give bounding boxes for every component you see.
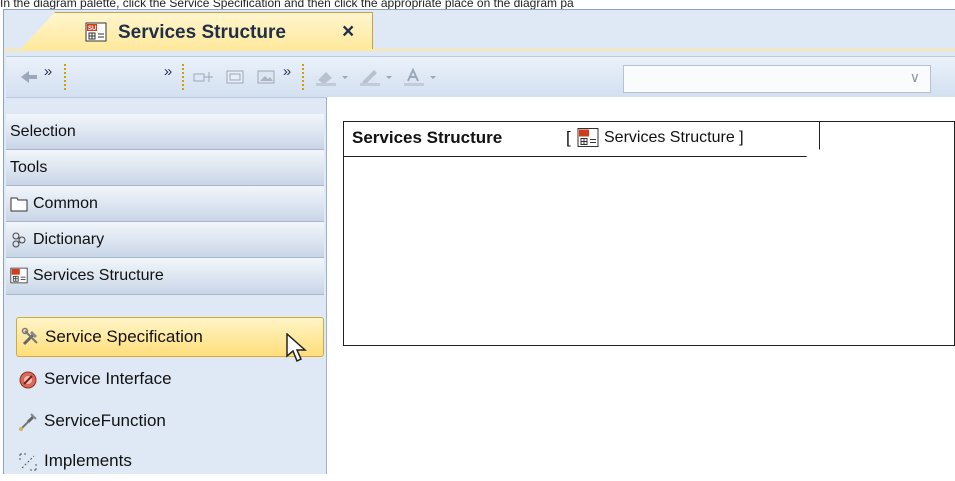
insert-element-icon[interactable] [192,67,216,87]
services-structure-diagram-icon: SU [85,22,107,42]
service-specification-icon [21,327,38,346]
application-window: SU Services Structure × » » » ∨ Selectio… [3,9,955,474]
tab-underline [4,49,955,51]
diagram-canvas[interactable]: Services Structure [ Services Structure … [326,97,955,474]
overflow-chevron-icon[interactable]: » [41,61,55,81]
instruction-caption: In the diagram palette, click the Servic… [0,0,574,9]
palette-selection[interactable]: Selection [6,114,324,150]
palette-tools[interactable]: Tools [6,150,324,186]
diagram-frame[interactable]: Services Structure [ Services Structure … [343,121,955,346]
dictionary-icon [12,232,26,248]
image-icon[interactable] [255,67,277,87]
palette-common-label: Common [33,195,98,212]
palette-services-structure[interactable]: Services Structure [6,258,324,295]
fill-color-icon[interactable] [314,67,354,87]
tool-label: Service Interface [44,369,172,388]
diagram-frame-header: Services Structure [ Services Structure … [344,122,820,157]
svg-text:SU: SU [88,26,96,32]
line-color-icon[interactable] [358,67,398,87]
toolbar-grip[interactable] [64,64,68,90]
diagram-toolbar: » » » ∨ [6,56,955,98]
diagram-name: Services Structure [352,128,503,147]
tool-implements[interactable]: Implements [6,441,324,481]
diagram-type: Services Structure ] [604,129,744,146]
tool-service-function[interactable]: ServiceFunction [6,401,324,441]
palette-tools-label: Tools [10,159,48,176]
tool-label: Service Specification [45,327,203,346]
diagram-palette: Selection Tools Common Dictionary Servic… [6,114,324,474]
close-icon[interactable]: × [342,20,354,44]
palette-selection-label: Selection [10,123,76,140]
service-interface-icon [19,371,37,389]
tool-label: ServiceFunction [44,411,166,430]
toolbar-grip[interactable] [182,64,186,90]
mouse-pointer-icon [286,333,307,363]
overflow-chevron-icon[interactable]: » [161,61,175,81]
diagram-tab-strip: SU Services Structure × [4,10,955,51]
tab-services-structure[interactable]: SU Services Structure × [19,12,373,51]
services-structure-diagram-icon [10,267,28,284]
service-function-icon [19,413,37,431]
shape-frame-icon[interactable] [224,67,246,87]
palette-services-structure-label: Services Structure [33,267,164,284]
overflow-chevron-icon[interactable]: » [280,61,294,81]
palette-dictionary-label: Dictionary [33,231,105,248]
services-structure-diagram-icon [577,128,599,147]
tab-title: Services Structure [118,22,286,43]
implements-icon [19,453,37,471]
frame-open-bracket: [ [566,128,571,147]
folder-icon [10,197,28,212]
tool-service-interface[interactable]: Service Interface [6,359,324,399]
chevron-down-icon[interactable]: ∨ [910,69,920,86]
back-arrow-icon[interactable] [18,67,40,87]
toolbar-grip[interactable] [302,64,306,90]
palette-dictionary[interactable]: Dictionary [6,222,324,258]
font-color-icon[interactable] [402,67,442,87]
palette-common[interactable]: Common [6,186,324,222]
font-dropdown[interactable]: ∨ [623,65,931,93]
tool-service-specification[interactable]: Service Specification [16,317,324,357]
tool-label: Implements [44,451,132,470]
